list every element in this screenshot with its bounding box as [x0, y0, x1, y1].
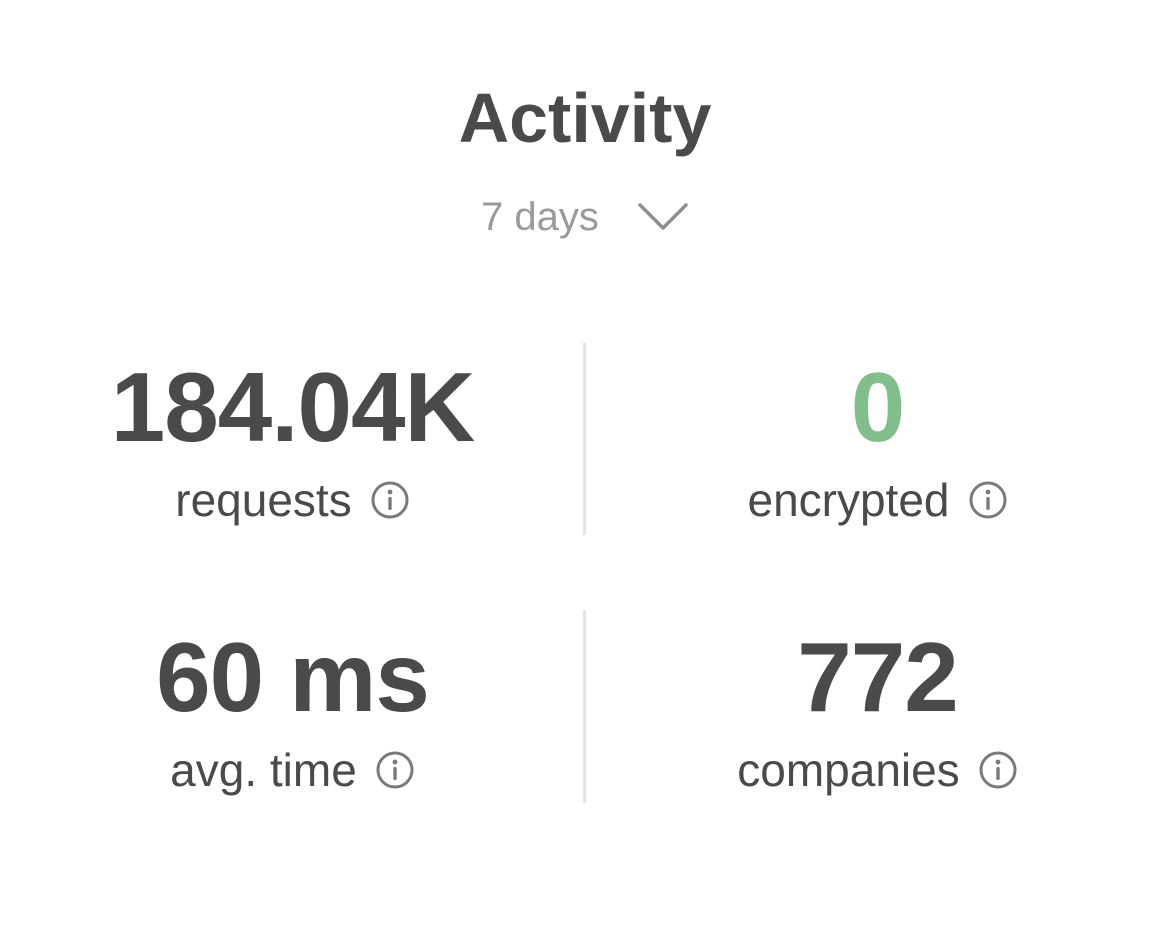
info-icon[interactable] — [978, 750, 1018, 790]
stat-companies: 772 companies — [585, 622, 1170, 798]
period-label: 7 days — [481, 195, 599, 239]
info-icon[interactable] — [370, 480, 410, 520]
requests-value: 184.04K — [110, 352, 476, 462]
companies-label: companies — [737, 744, 960, 796]
stat-avg-time: 60 ms avg. time — [0, 622, 585, 798]
avg-time-label: avg. time — [170, 744, 357, 796]
encrypted-label: encrypted — [747, 474, 950, 526]
requests-label: requests — [175, 474, 352, 526]
info-icon[interactable] — [968, 480, 1008, 520]
encrypted-value: 0 — [850, 352, 906, 462]
page-title: Activity — [458, 79, 712, 157]
stat-requests: 184.04K requests — [0, 352, 585, 528]
period-selector[interactable]: 7 days — [0, 193, 1170, 241]
avg-time-value: 60 ms — [156, 622, 430, 732]
companies-value: 772 — [797, 622, 959, 732]
info-icon[interactable] — [375, 750, 415, 790]
stat-encrypted: 0 encrypted — [585, 352, 1170, 528]
chevron-down-icon — [638, 203, 688, 230]
